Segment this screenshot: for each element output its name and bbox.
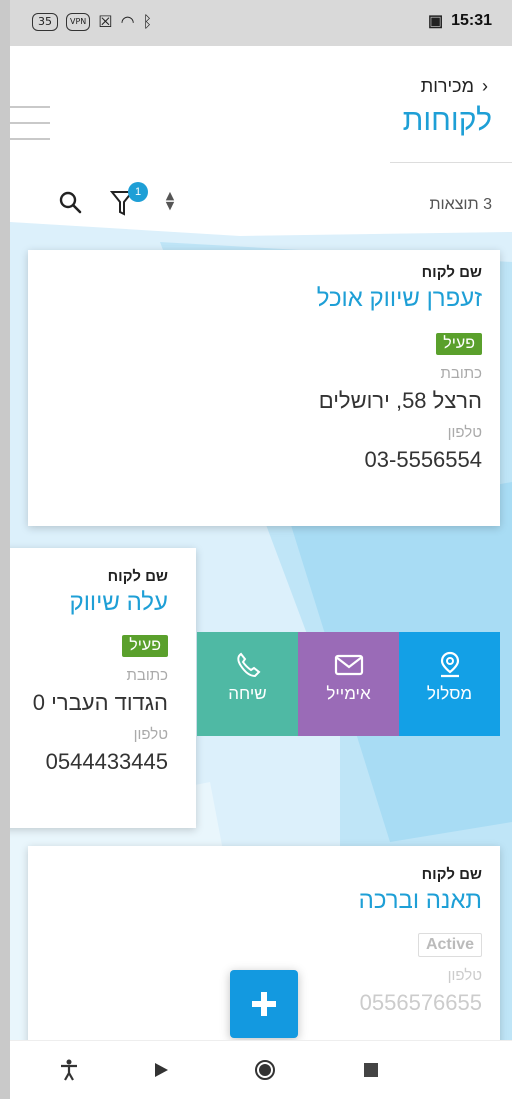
phone-label: טלפון [447, 967, 482, 984]
page-title: לקוחות [402, 104, 492, 137]
name-label: שם לקוח [421, 866, 482, 883]
address-value: הרצל 58, ירושלים [318, 388, 482, 413]
screenshot-icon: ▣ [427, 13, 444, 30]
phone-value[interactable]: 0544433445 [33, 749, 168, 775]
location-pin-icon [440, 651, 459, 678]
call-label: שיחה [228, 684, 267, 703]
customer-card[interactable]: שם לקוח זעפרן שיווק אוכל פעיל כתובת הרצל… [28, 250, 500, 526]
add-customer-button[interactable] [230, 970, 298, 1038]
vpn-icon: VPN [66, 12, 91, 31]
recents-icon[interactable] [360, 1059, 382, 1081]
route-label: מסלול [426, 684, 473, 703]
chevron-icon: ‹ [482, 76, 488, 96]
call-button[interactable]: שיחה [197, 632, 298, 736]
system-nav-bar [10, 1040, 512, 1099]
plus-icon [252, 992, 276, 1016]
bluetooth-icon: ᛒ [142, 12, 153, 31]
customer-name[interactable]: עלה שיווק [33, 589, 168, 617]
address-label: כתובת [440, 365, 482, 382]
breadcrumb-label: מכירות [420, 76, 474, 96]
app-screen: 35 VPN ☒ ◠ ᛒ ▣ 15:31 ‹ מכירות לקוחות 1 ▲… [10, 0, 512, 1099]
breadcrumb[interactable]: ‹ מכירות [421, 76, 488, 97]
wifi-icon: ◠ [120, 12, 135, 31]
clock: 15:31 [451, 12, 492, 29]
name-label: שם לקוח [107, 568, 168, 585]
play-icon[interactable] [150, 1059, 172, 1081]
status-bar: 35 VPN ☒ ◠ ᛒ ▣ 15:31 [10, 0, 512, 46]
results-count: 3 תוצאות [429, 196, 492, 213]
envelope-icon [334, 654, 363, 676]
address-label: כתובת [126, 667, 168, 684]
accessibility-icon[interactable] [58, 1059, 80, 1081]
phone-label: טלפון [133, 726, 168, 743]
route-button[interactable]: מסלול [399, 632, 500, 736]
customer-name[interactable]: זעפרן שיווק אוכל [317, 285, 482, 313]
status-badge: פעיל [122, 635, 168, 657]
status-icons-right: ▣ 15:31 [428, 11, 492, 31]
name-label: שם לקוח [421, 264, 482, 281]
battery-indicator: 35 [32, 12, 58, 31]
menu-icon[interactable] [10, 106, 50, 144]
status-badge: פעיל [436, 333, 482, 355]
home-icon[interactable] [254, 1059, 276, 1081]
address-value: הגדוד העברי 0 [32, 690, 168, 715]
status-icons-left: 35 VPN ☒ ◠ ᛒ [32, 12, 152, 31]
status-badge: Active [417, 933, 482, 957]
search-icon[interactable] [58, 190, 82, 214]
customer-card[interactable]: שם לקוח עלה שיווק פעיל כתובת הגדוד העברי… [10, 548, 196, 828]
phone-value[interactable]: 03-5556554 [317, 447, 482, 473]
sim-icon: ☒ [98, 12, 113, 31]
phone-icon [236, 652, 260, 678]
customer-name[interactable]: תאנה וברכה [359, 887, 482, 915]
phone-value[interactable]: 0556576655 [359, 990, 482, 1016]
filter-count-badge: 1 [128, 182, 148, 202]
divider [390, 162, 512, 163]
email-button[interactable]: אימייל [298, 632, 399, 736]
phone-label: טלפון [447, 424, 482, 441]
sort-icon[interactable]: ▲ ▼ [162, 190, 178, 215]
email-label: אימייל [326, 684, 371, 703]
